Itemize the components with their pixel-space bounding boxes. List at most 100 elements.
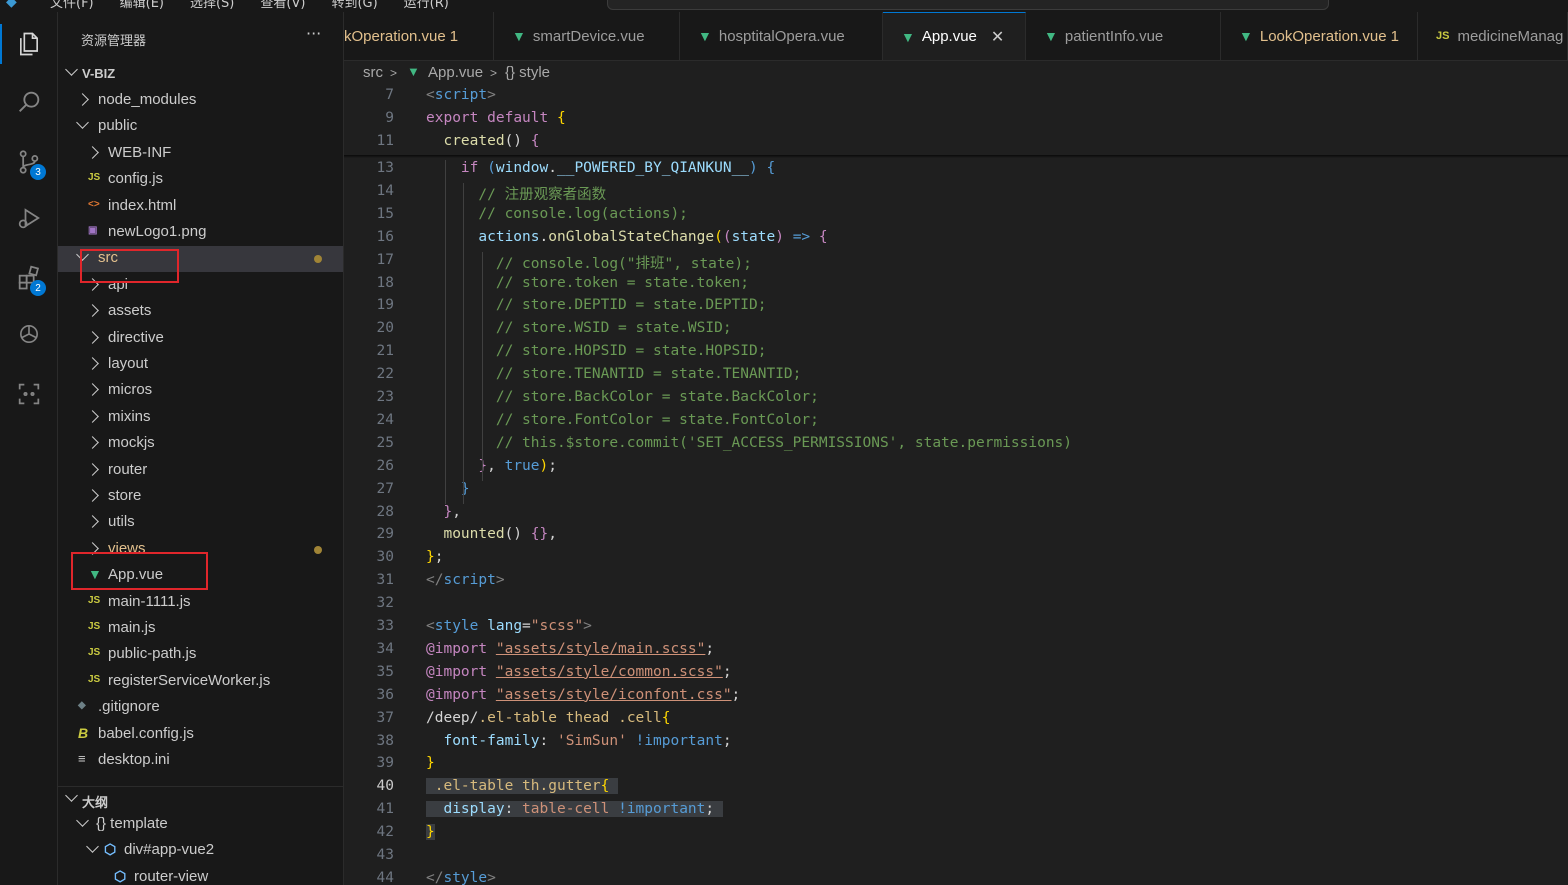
tree-folder[interactable]: public: [58, 114, 343, 140]
tab-app-vue[interactable]: ▼ App.vue ✕: [883, 12, 1026, 60]
code-line[interactable]: // store.token = state.token;: [426, 275, 749, 291]
js-file-icon: JS: [88, 673, 101, 685]
tree-file[interactable]: JS main-1111.js: [58, 590, 343, 616]
code-line[interactable]: display: table-cell !important;: [426, 801, 723, 818]
code-line[interactable]: mounted() {},: [426, 526, 557, 542]
code-line[interactable]: font-family: 'SimSun' !important;: [426, 733, 731, 749]
menu-item[interactable]: 文件(F): [50, 0, 94, 11]
run-debug-icon[interactable]: [0, 192, 57, 244]
search-icon[interactable]: [0, 76, 57, 128]
tree-file[interactable]: JS main.js: [58, 616, 343, 642]
outline-item[interactable]: {} template: [58, 812, 343, 838]
code-line[interactable]: // store.WSID = state.WSID;: [426, 320, 732, 336]
tree-file[interactable]: JS public-path.js: [58, 642, 343, 668]
tree-folder[interactable]: node_modules: [58, 88, 343, 114]
menu-items[interactable]: 文件(F) 编辑(E) 选择(S) 查看(V) 转到(G) 运行(R): [50, 0, 475, 11]
code-line[interactable]: }: [426, 824, 435, 841]
code-line[interactable]: </script>: [426, 572, 505, 588]
command-center-search[interactable]: [607, 0, 1329, 10]
menu-item[interactable]: 查看(V): [260, 0, 305, 11]
code-line[interactable]: created() {: [426, 133, 539, 149]
breadcrumb-src[interactable]: src: [363, 64, 383, 81]
tree-folder[interactable]: mixins: [58, 405, 343, 431]
tree-folder[interactable]: layout: [58, 352, 343, 378]
tree-file[interactable]: <> index.html: [58, 194, 343, 220]
code-line[interactable]: @import "assets/style/common.scss";: [426, 664, 732, 680]
line-number: 22: [376, 366, 394, 383]
chevron-right-icon: [86, 357, 99, 370]
tab-lookoperation-vue[interactable]: ▼ LookOperation.vue 1: [1221, 12, 1418, 60]
tab-smartdevice-vue[interactable]: ▼ smartDevice.vue: [494, 12, 680, 60]
line-number: 24: [376, 411, 394, 428]
code-line[interactable]: // store.HOPSID = state.HOPSID;: [426, 343, 767, 359]
remote-explorer-icon[interactable]: [0, 368, 57, 420]
tree-file[interactable]: ◆ .gitignore: [58, 695, 343, 721]
tab-label: App.vue: [921, 28, 977, 45]
tab-label: hosptitalOpera.vue: [718, 27, 845, 45]
code-line[interactable]: @import "assets/style/iconfont.css";: [426, 687, 740, 703]
breadcrumb-symbol[interactable]: {} style: [505, 64, 550, 81]
code-line[interactable]: }: [426, 755, 435, 771]
code-line[interactable]: if (window.__POWERED_BY_QIANKUN__) {: [426, 160, 775, 176]
code-line[interactable]: @import "assets/style/main.scss";: [426, 641, 714, 657]
code-line[interactable]: // console.log("排班", state);: [426, 252, 752, 273]
close-icon[interactable]: ✕: [991, 27, 1004, 47]
code-line[interactable]: };: [426, 549, 443, 565]
tab-patientinfo-vue[interactable]: ▼ patientInfo.vue: [1026, 12, 1221, 60]
outline-item[interactable]: ⬡ div#app-vue2: [58, 838, 343, 864]
menu-item[interactable]: 转到(G): [331, 0, 377, 11]
outline-item[interactable]: ⬡ router-view: [58, 865, 343, 885]
code-line[interactable]: export default {: [426, 110, 566, 126]
tree-file[interactable]: ≡ desktop.ini: [58, 748, 343, 774]
menu-item[interactable]: 运行(R): [404, 0, 449, 11]
tree-file[interactable]: Bbabel.config.js: [58, 722, 343, 748]
line-number: 27: [376, 480, 394, 497]
tree-folder[interactable]: router: [58, 458, 343, 484]
tree-folder[interactable]: store: [58, 484, 343, 510]
code-editor[interactable]: 7 <script> 9 export default {11 created() {…: [344, 85, 1568, 885]
tab-hosptitalopera-vue[interactable]: ▼ hosptitalOpera.vue: [680, 12, 883, 60]
code-line[interactable]: // store.DEPTID = state.DEPTID;: [426, 297, 767, 313]
line-number: 30: [376, 549, 394, 566]
tree-file[interactable]: ▣ newLogo1.png: [58, 220, 343, 246]
menu-item[interactable]: 编辑(E): [120, 0, 164, 11]
source-control-icon[interactable]: 3: [0, 136, 57, 188]
settings-file-icon: ≡: [78, 751, 86, 766]
code-line[interactable]: <style lang="scss">: [426, 618, 592, 634]
code-line[interactable]: .el-table th.gutter{: [426, 778, 619, 795]
line-number: 40: [376, 778, 394, 795]
code-line[interactable]: // this.$store.commit('SET_ACCESS_PERMIS…: [426, 435, 1072, 451]
outline-header[interactable]: 大纲: [58, 786, 343, 813]
code-line[interactable]: actions.onGlobalStateChange((state) => {: [426, 229, 827, 245]
tab-medicinemanag[interactable]: JS medicineManag: [1418, 12, 1568, 60]
tree-folder[interactable]: directive: [58, 326, 343, 352]
activity-bar: 3 2: [0, 12, 58, 885]
extensions-icon[interactable]: 2: [0, 252, 57, 304]
breadcrumb-file[interactable]: App.vue: [428, 64, 483, 81]
chatgpt-icon[interactable]: [0, 308, 57, 360]
tree-item-label: public: [98, 117, 138, 135]
tree-folder[interactable]: WEB-INF: [58, 141, 343, 167]
tree-folder[interactable]: assets: [58, 299, 343, 325]
explorer-icon[interactable]: [0, 18, 57, 70]
workspace-root[interactable]: V-BIZ: [58, 61, 343, 87]
tree-folder[interactable]: micros: [58, 378, 343, 404]
code-line[interactable]: </style>: [426, 870, 496, 885]
tree-file[interactable]: JS config.js: [58, 167, 343, 193]
code-line[interactable]: // 注册观察者函数: [426, 183, 606, 204]
tree-folder[interactable]: utils: [58, 510, 343, 536]
line-number: 9: [385, 109, 394, 126]
code-line[interactable]: // store.BackColor = state.BackColor;: [426, 389, 819, 405]
tab-koperation-vue[interactable]: kOperation.vue 1: [344, 12, 494, 60]
more-actions-button[interactable]: ···: [306, 24, 321, 43]
code-line[interactable]: /deep/.el-table thead .cell{: [426, 710, 670, 726]
tree-file[interactable]: JS registerServiceWorker.js: [58, 669, 343, 695]
menu-item[interactable]: 选择(S): [190, 0, 234, 11]
tree-folder[interactable]: mockjs: [58, 431, 343, 457]
code-line[interactable]: <script>: [426, 87, 496, 103]
code-line[interactable]: // store.FontColor = state.FontColor;: [426, 412, 819, 428]
code-line[interactable]: },: [426, 504, 460, 520]
line-number: 13: [376, 160, 394, 176]
code-line[interactable]: // console.log(actions);: [426, 206, 688, 222]
breadcrumb-sep: >: [490, 66, 498, 80]
